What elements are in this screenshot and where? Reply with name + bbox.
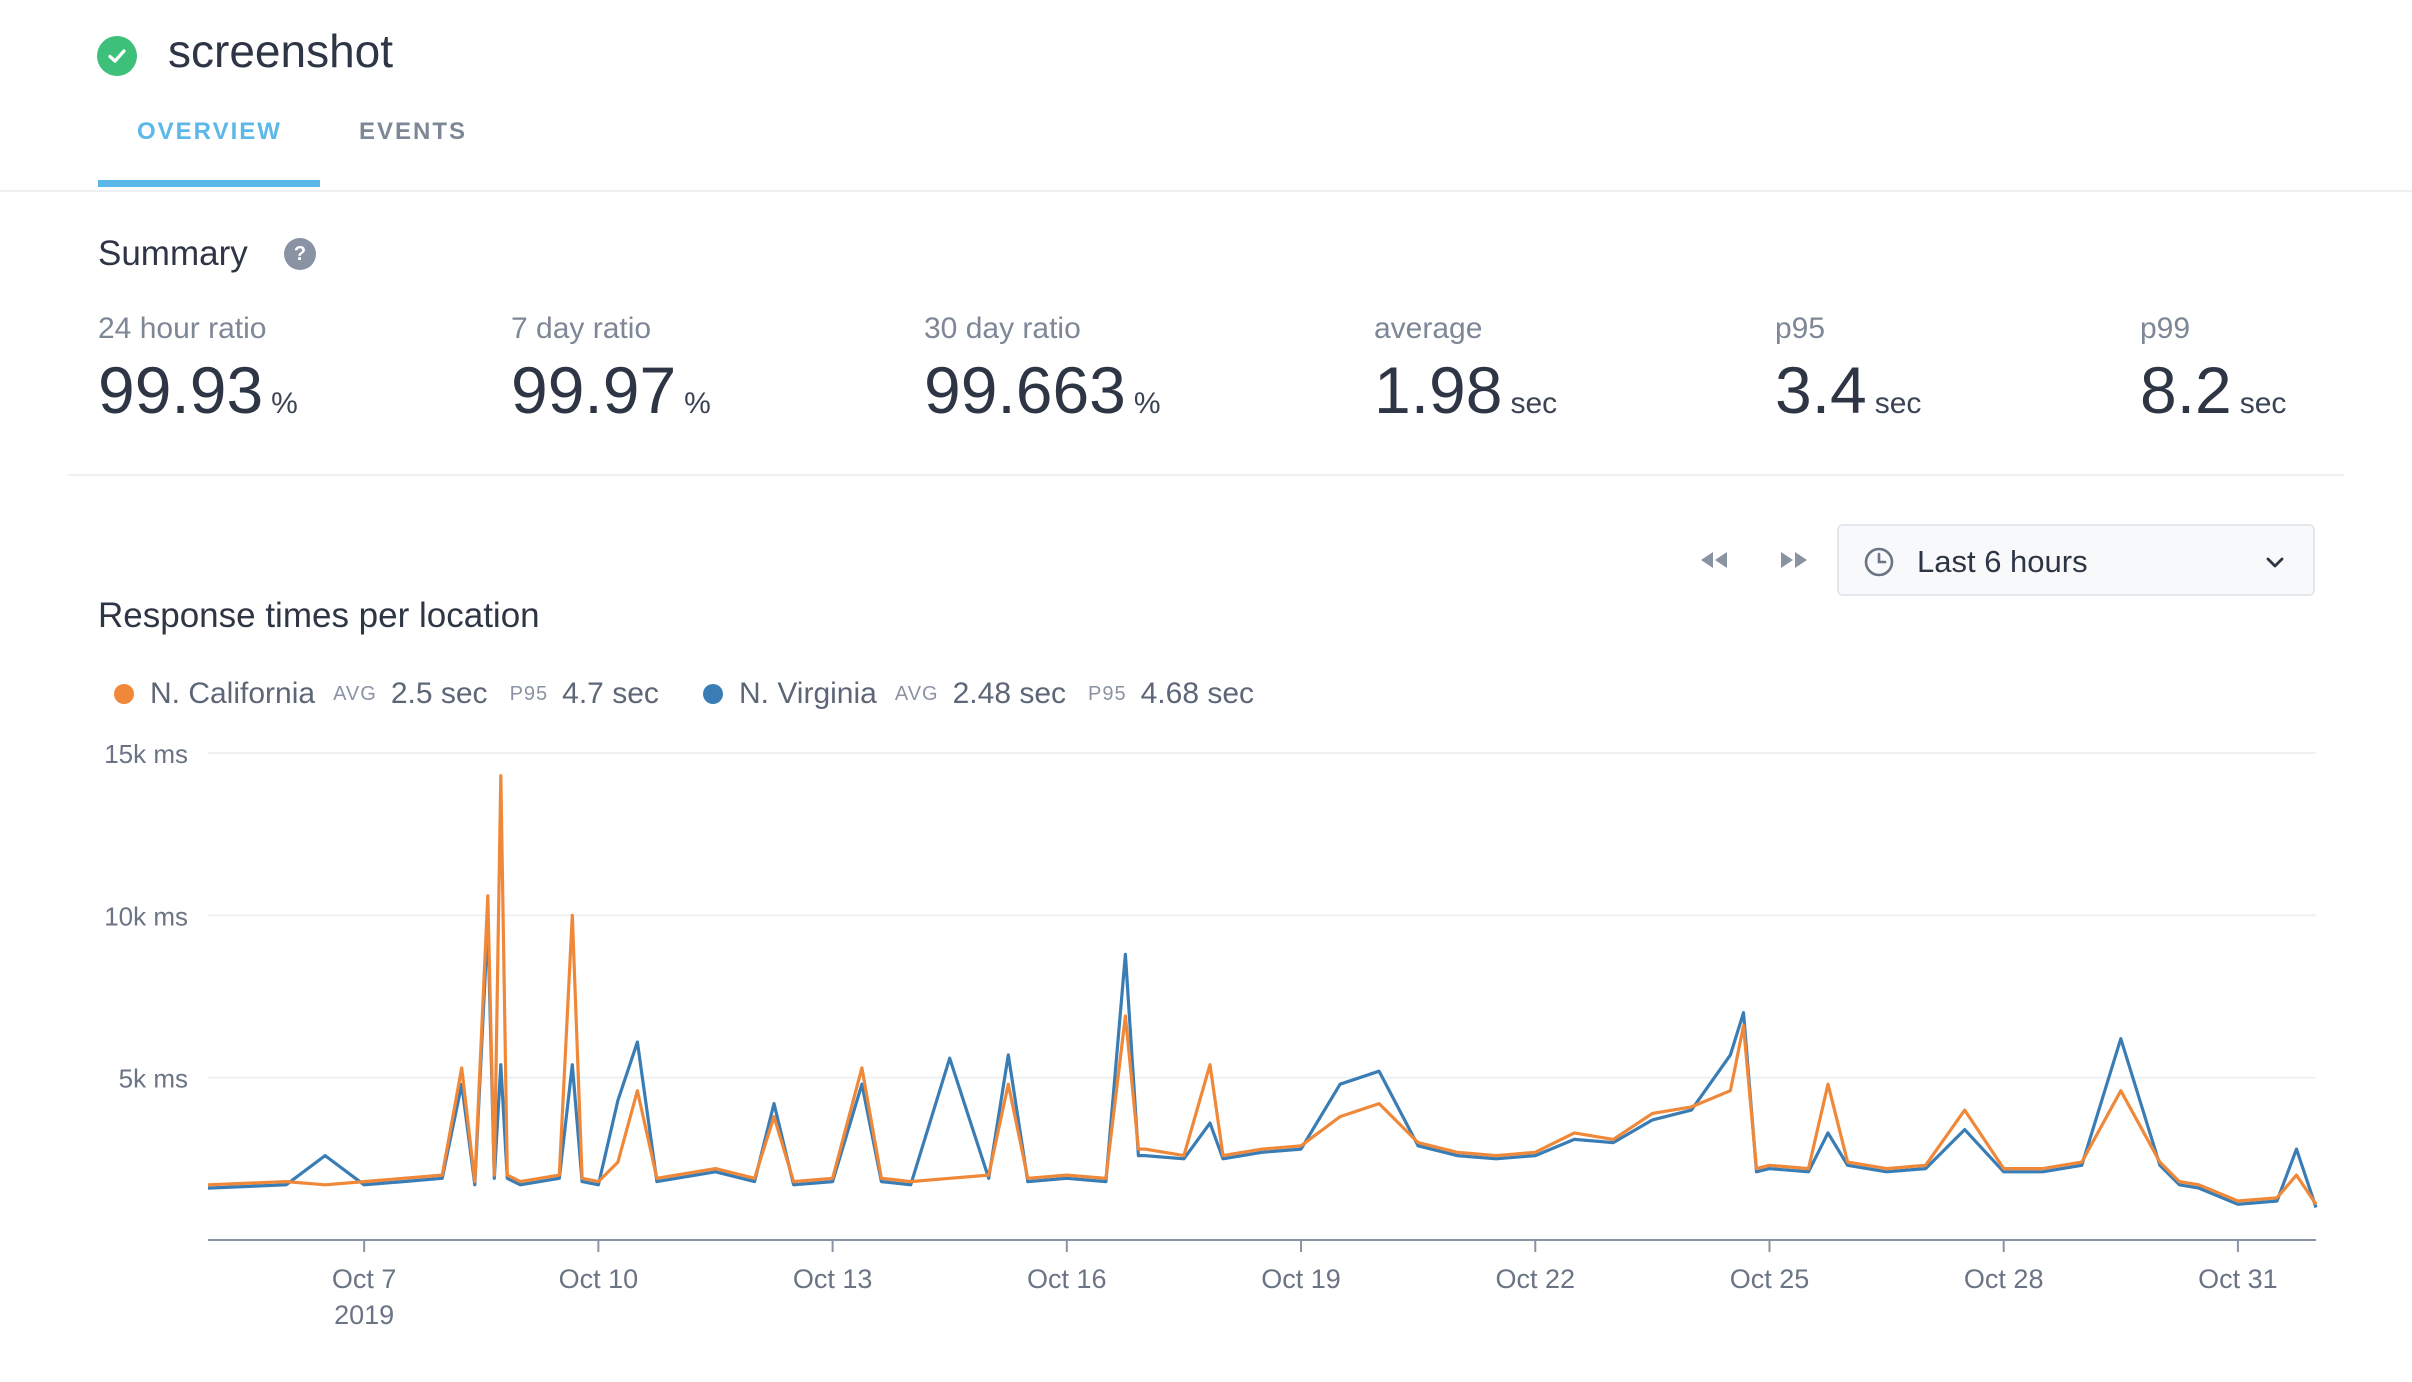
legend-swatch <box>114 684 134 704</box>
x-tick-label: Oct 19 <box>1261 1264 1341 1294</box>
x-tick-label: Oct 22 <box>1495 1264 1575 1294</box>
metric-p95: p95 3.4 sec <box>1775 312 1921 428</box>
metric-7-day-ratio: 7 day ratio 99.97% <box>511 312 711 428</box>
clock-icon <box>1864 547 1894 577</box>
legend-item-n-california[interactable]: N. California AVG 2.5 sec P95 4.7 sec <box>114 674 681 714</box>
legend-avg-value: 2.5 sec <box>390 677 488 710</box>
metric-average: average 1.98 sec <box>1374 312 1557 428</box>
legend-avg-value: 2.48 sec <box>952 677 1067 710</box>
rewind-button[interactable] <box>1692 544 1736 576</box>
page-header: screenshot OVERVIEW EVENTS <box>0 0 2412 192</box>
time-range-label: Last 6 hours <box>1917 544 2088 579</box>
metric-value: 99.97 <box>511 353 677 427</box>
metric-label: p95 <box>1775 312 1826 345</box>
x-tick-year-label: 2019 <box>334 1300 394 1330</box>
legend-avg-label: AVG <box>333 682 377 705</box>
active-tab-indicator <box>98 180 320 187</box>
x-tick-label: Oct 16 <box>1027 1264 1107 1294</box>
metric-value: 99.663 <box>924 353 1126 427</box>
metric-label: 30 day ratio <box>924 312 1081 345</box>
time-range-select[interactable]: Last 6 hours <box>1837 524 2315 596</box>
metric-unit: % <box>1133 387 1161 420</box>
metric-unit: sec <box>2239 387 2287 420</box>
metric-unit: % <box>271 387 298 420</box>
metric-value: 1.98 <box>1374 353 1503 427</box>
tab-overview[interactable]: OVERVIEW <box>137 118 282 146</box>
metric-unit: sec <box>1510 387 1558 420</box>
x-tick-label: Oct 31 <box>2198 1264 2278 1294</box>
y-tick-label: 10k ms <box>104 901 188 931</box>
legend-item-n-virginia[interactable]: N. Virginia AVG 2.48 sec P95 4.68 sec <box>703 674 1276 714</box>
help-icon[interactable]: ? <box>284 238 316 270</box>
rewind-icon <box>1701 552 1727 568</box>
legend-p95-label: P95 <box>509 682 549 705</box>
y-tick-label: 15k ms <box>104 739 188 769</box>
page-title: screenshot <box>168 25 394 77</box>
legend-name: N. California <box>150 677 316 710</box>
legend-p95-label: P95 <box>1088 682 1127 705</box>
summary-divider <box>68 474 2344 476</box>
x-tick-label: Oct 25 <box>1730 1264 1810 1294</box>
metric-24-hour-ratio: 24 hour ratio 99.93% <box>98 312 298 428</box>
x-tick-label: Oct 10 <box>559 1264 639 1294</box>
metric-unit: % <box>684 387 711 420</box>
legend-p95-value: 4.68 sec <box>1140 677 1255 710</box>
metric-p99: p99 8.2 sec <box>2140 312 2286 428</box>
fast-forward-icon <box>1781 552 1807 568</box>
metric-label: 24 hour ratio <box>98 312 267 345</box>
chart-title: Response times per location <box>98 596 540 635</box>
chevron-down-icon <box>2266 557 2284 568</box>
tab-events[interactable]: EVENTS <box>359 118 467 146</box>
check-circle-icon <box>97 36 137 76</box>
legend-name: N. Virginia <box>739 677 877 710</box>
legend-avg-label: AVG <box>894 682 939 705</box>
metric-value: 99.93 <box>98 353 264 427</box>
fast-forward-button[interactable] <box>1772 544 1816 576</box>
summary-title: Summary <box>98 234 248 273</box>
x-tick-label: Oct 28 <box>1964 1264 2044 1294</box>
metric-unit: sec <box>1874 387 1922 420</box>
y-tick-label: 5k ms <box>119 1064 188 1094</box>
metric-label: average <box>1374 312 1483 345</box>
metric-label: 7 day ratio <box>511 312 652 345</box>
x-tick-label: Oct 13 <box>793 1264 873 1294</box>
metric-value: 3.4 <box>1775 353 1867 427</box>
metric-label: p99 <box>2140 312 2191 345</box>
metric-value: 8.2 <box>2140 353 2232 427</box>
metric-30-day-ratio: 30 day ratio 99.663% <box>924 312 1161 428</box>
series-line-n-california <box>207 774 2318 1206</box>
legend-swatch <box>703 684 723 704</box>
response-time-chart[interactable]: 5k ms 10k ms 15k ms Oct 7 2019 Oct 10 Oct 13 Oc… <box>0 720 2412 1360</box>
legend-p95-value: 4.7 sec <box>562 677 659 710</box>
x-tick-label: Oct 7 <box>332 1264 397 1294</box>
